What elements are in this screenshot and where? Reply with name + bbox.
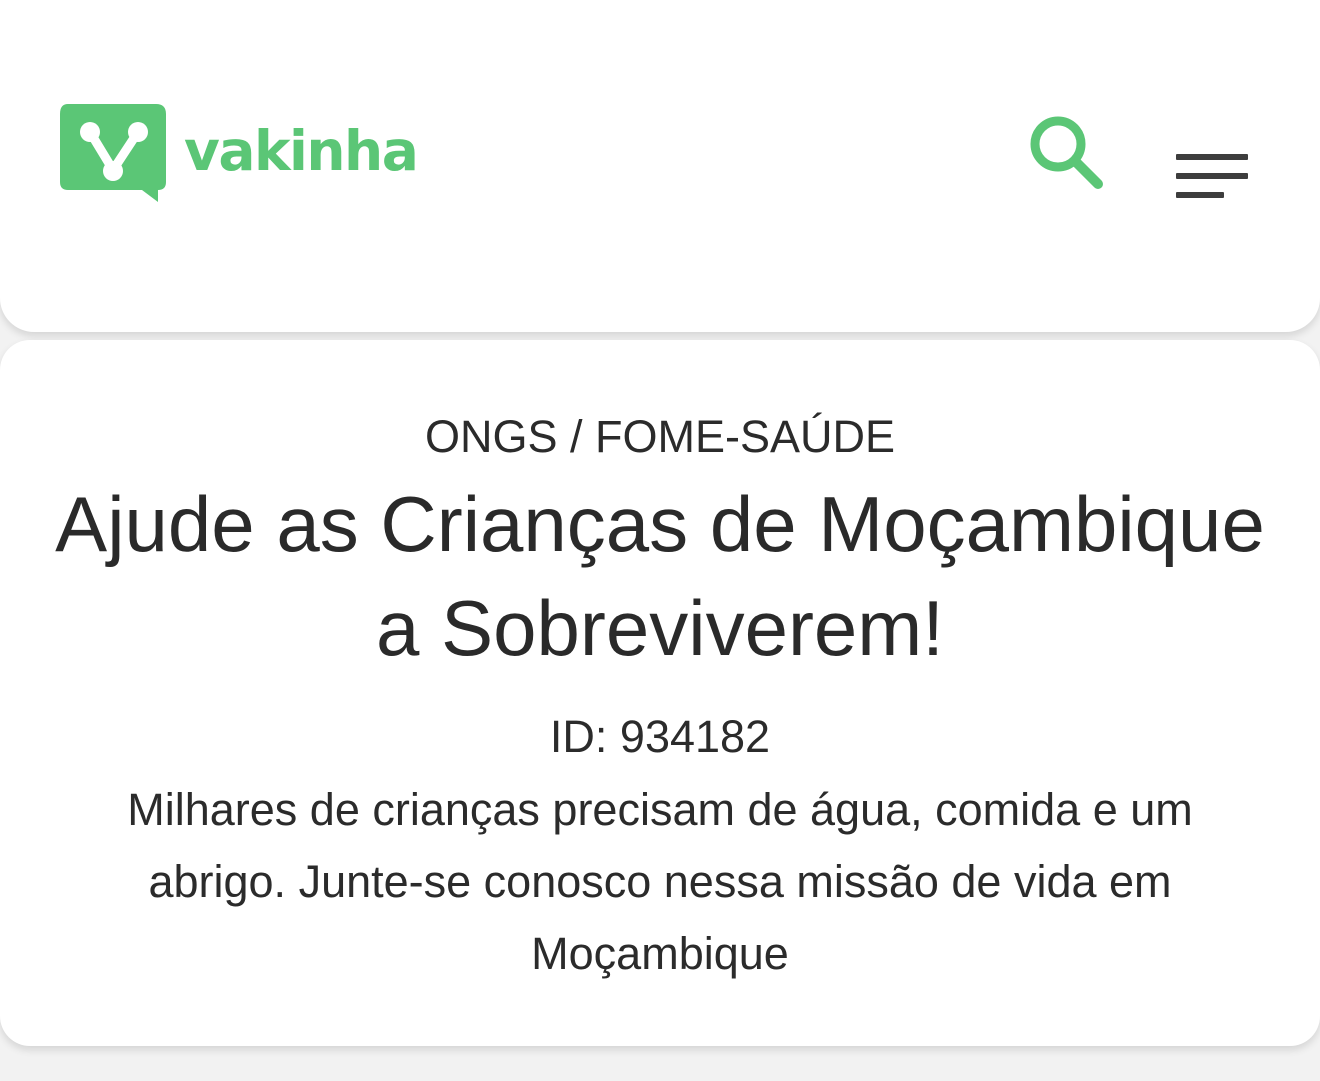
vakinha-logo-icon <box>60 104 166 202</box>
menu-button[interactable] <box>1170 148 1254 208</box>
search-icon <box>1030 116 1103 189</box>
breadcrumb-separator: / <box>557 411 596 462</box>
menu-icon-line <box>1176 192 1224 198</box>
search-button[interactable] <box>1026 114 1110 198</box>
vakinha-logo[interactable]: vakinha <box>58 104 419 204</box>
menu-icon-line <box>1176 173 1248 179</box>
breadcrumb-link-fome-saude[interactable]: FOME-SAÚDE <box>595 411 895 462</box>
campaign-title: Ajude as Crianças de Moçambique a Sobrev… <box>55 480 1265 672</box>
site-header: vakinha <box>0 0 1320 332</box>
campaign-description: Milhares de crianças precisam de água, c… <box>127 784 1193 979</box>
campaign-card: ONGS / FOME-SAÚDE Ajude as Crianças de M… <box>0 340 1320 1046</box>
hamburger-menu-icon <box>1176 154 1248 160</box>
breadcrumb-link-ongs[interactable]: ONGS <box>425 411 558 462</box>
vakinha-logo-text: vakinha <box>184 118 419 183</box>
breadcrumb: ONGS / FOME-SAÚDE <box>0 412 1320 462</box>
campaign-id: ID: 934182 <box>549 711 771 762</box>
